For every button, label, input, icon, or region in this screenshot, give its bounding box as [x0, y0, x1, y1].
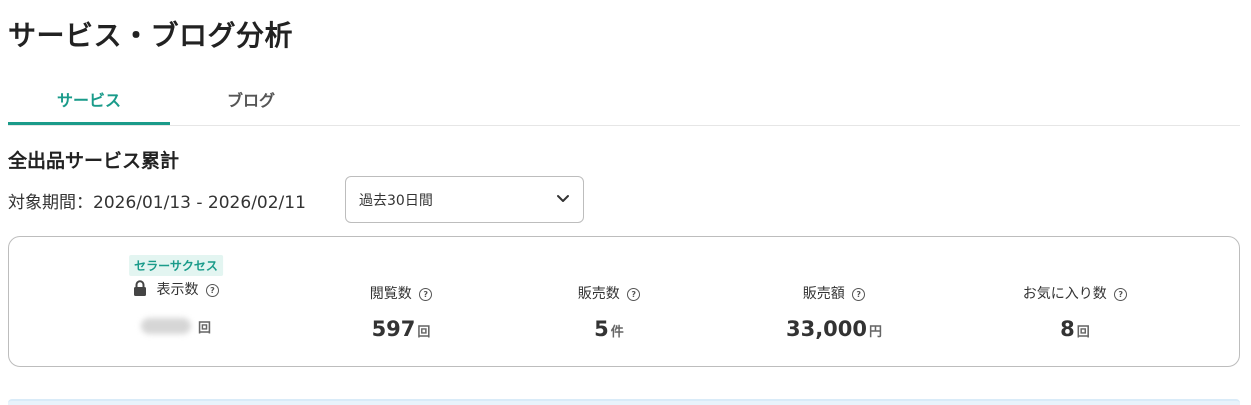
blurred-value — [140, 318, 191, 334]
stat-views-label: 表示数 — [156, 282, 199, 298]
stat-sales-amount-value: 33,000 — [785, 317, 868, 341]
stat-page-views-label-row: 閲覧数 ? — [301, 283, 501, 303]
stat-sales-amount-label-row: 販売額 ? — [734, 283, 934, 303]
stat-sales-count-label-row: 販売数 ? — [509, 283, 709, 303]
help-icon[interactable]: ? — [1114, 288, 1128, 301]
help-icon[interactable]: ? — [627, 288, 641, 301]
stat-sales-count-unit: 件 — [610, 325, 624, 340]
stat-views-label-row: 表示数 ? — [76, 279, 276, 299]
stat-page-views: 閲覧数 ? 597 回 — [301, 237, 501, 368]
info-banner-edge — [8, 399, 1240, 405]
period-select[interactable]: 過去30日間 — [345, 176, 584, 223]
tab-bar: サービス ブログ — [8, 76, 1240, 126]
stat-views-unit: 回 — [198, 321, 212, 336]
period-label: 対象期間：2026/01/13 - 2026/02/11 — [8, 193, 306, 213]
stats-card: セラーサクセス 表示数 ? 回 閲覧数 ? 597 回 販売数 ? 5 件 販売… — [8, 236, 1240, 367]
chevron-down-icon — [557, 195, 569, 202]
stat-favorites-unit: 回 — [1076, 325, 1090, 340]
section-title: 全出品サービス累計 — [8, 150, 180, 172]
stat-sales-count-value-row: 5件 — [509, 317, 709, 341]
analytics-page: サービス・ブログ分析 サービス ブログ 全出品サービス累計 対象期間：2026/… — [0, 0, 1251, 405]
stat-views: セラーサクセス 表示数 ? 回 — [76, 237, 276, 368]
tab-blog[interactable]: ブログ — [170, 76, 332, 122]
stat-sales-amount-label: 販売額 — [802, 286, 845, 302]
stat-sales-count-label: 販売数 — [577, 286, 620, 302]
stat-page-views-unit: 回 — [417, 325, 431, 340]
tab-services[interactable]: サービス — [8, 76, 170, 125]
stat-favorites: お気に入り数 ? 8回 — [975, 237, 1175, 368]
stat-views-value-row: 回 — [76, 317, 276, 336]
stat-page-views-label: 閲覧数 — [369, 286, 412, 302]
stat-favorites-label-row: お気に入り数 ? — [975, 283, 1175, 303]
stat-sales-count-value: 5 — [594, 317, 609, 341]
page-title: サービス・ブログ分析 — [8, 19, 294, 52]
stat-sales-count: 販売数 ? 5件 — [509, 237, 709, 368]
seller-success-badge: セラーサクセス — [129, 255, 223, 276]
stat-page-views-value: 597 — [371, 317, 416, 341]
lock-icon — [134, 280, 147, 296]
help-icon[interactable]: ? — [205, 284, 219, 297]
help-icon[interactable]: ? — [419, 288, 433, 301]
stat-favorites-value: 8 — [1060, 317, 1075, 341]
stat-favorites-value-row: 8回 — [975, 317, 1175, 341]
stat-sales-amount: 販売額 ? 33,000 円 — [734, 237, 934, 368]
stat-favorites-label: お気に入り数 — [1022, 286, 1107, 302]
stat-page-views-value-row: 597 回 — [301, 317, 501, 341]
stat-sales-amount-unit: 円 — [869, 325, 883, 340]
stat-sales-amount-value-row: 33,000 円 — [734, 317, 934, 341]
period-select-value: 過去30日間 — [359, 192, 433, 209]
help-icon[interactable]: ? — [852, 288, 866, 301]
